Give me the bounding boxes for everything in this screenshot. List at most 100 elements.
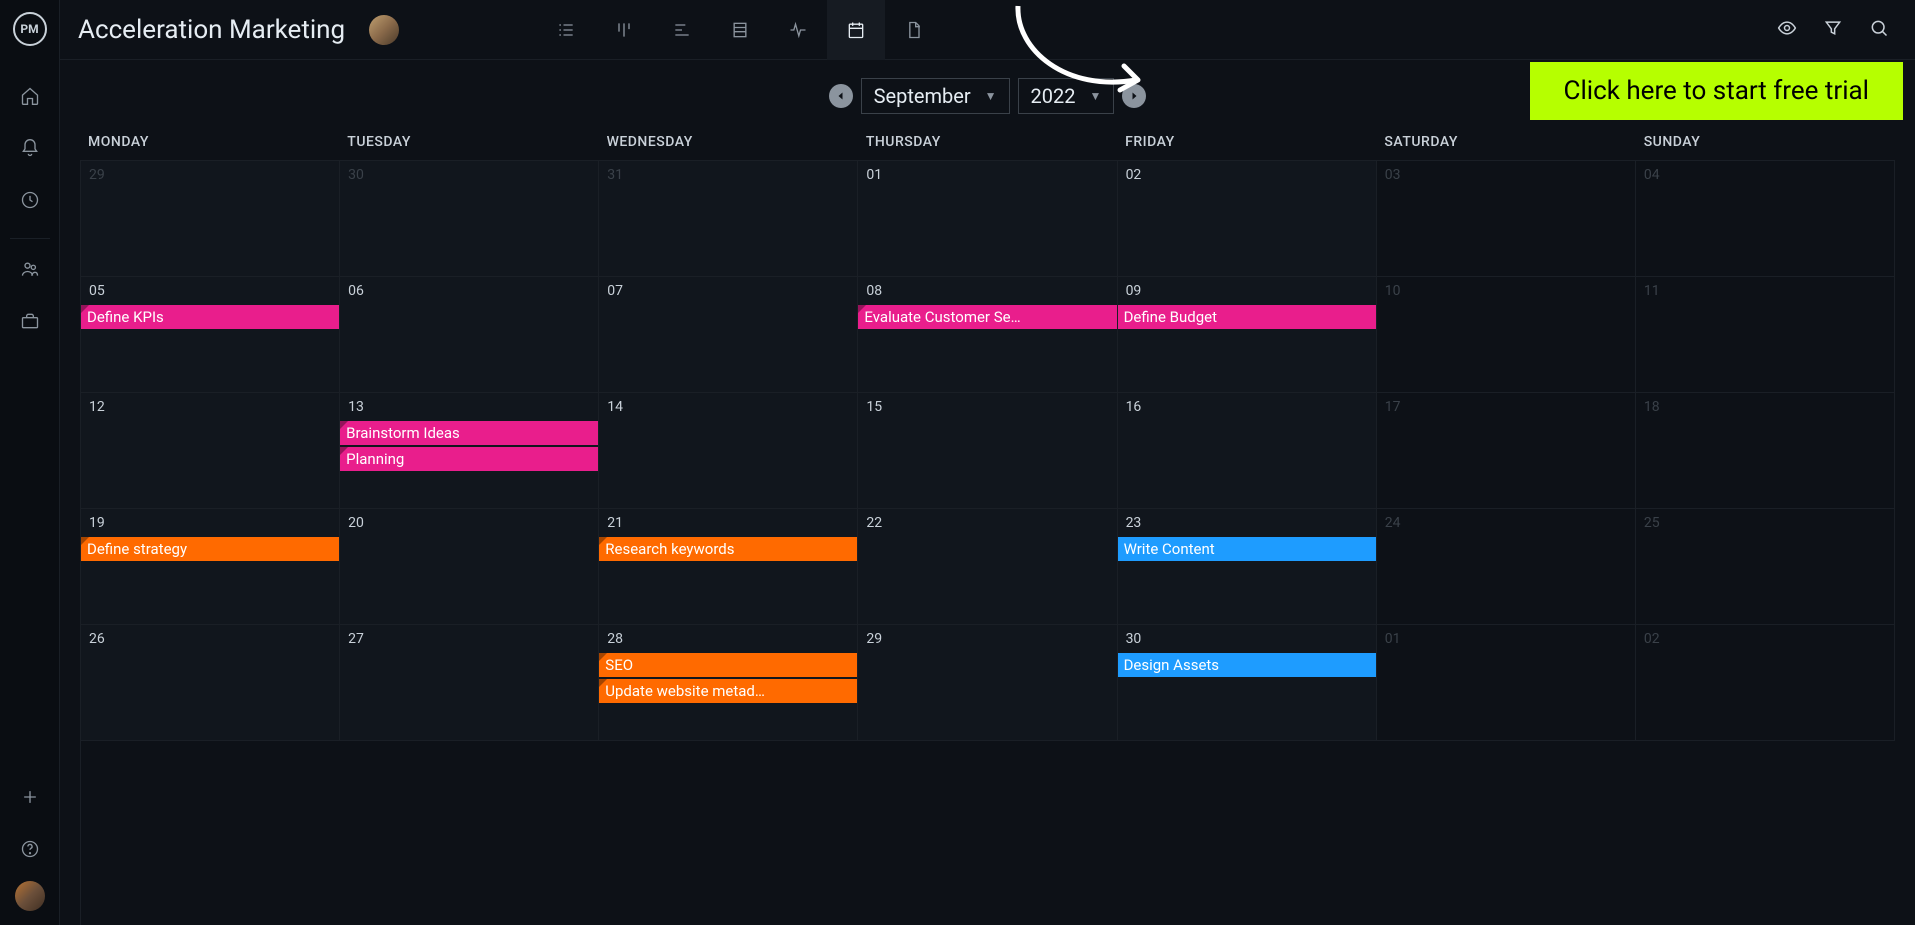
calendar-cell[interactable]: 29 bbox=[858, 625, 1117, 741]
day-number: 25 bbox=[1644, 515, 1660, 531]
next-month-button[interactable] bbox=[1122, 84, 1146, 108]
plus-icon[interactable] bbox=[10, 777, 50, 817]
calendar-event[interactable]: Define KPIs bbox=[81, 305, 339, 329]
project-title: Acceleration Marketing bbox=[78, 15, 345, 45]
day-number: 22 bbox=[866, 515, 882, 531]
day-number: 13 bbox=[348, 399, 364, 415]
calendar-cell[interactable]: 24 bbox=[1377, 509, 1636, 625]
project-member-avatar[interactable] bbox=[369, 15, 399, 45]
sidebar: PM bbox=[0, 0, 60, 925]
calendar-cell[interactable]: 14 bbox=[599, 393, 858, 509]
calendar-cell[interactable]: 03 bbox=[1377, 161, 1636, 277]
gantt-view-tab[interactable] bbox=[653, 0, 711, 60]
day-number: 29 bbox=[866, 631, 882, 647]
calendar-event[interactable]: Evaluate Customer Se… bbox=[858, 305, 1116, 329]
bell-icon[interactable] bbox=[10, 128, 50, 168]
calendar-event[interactable]: Brainstorm Ideas bbox=[340, 421, 598, 445]
day-number: 27 bbox=[348, 631, 364, 647]
calendar-event[interactable]: Define Budget bbox=[1118, 305, 1376, 329]
day-number: 26 bbox=[89, 631, 105, 647]
calendar-cell[interactable]: 23Write Content bbox=[1118, 509, 1377, 625]
files-view-tab[interactable] bbox=[885, 0, 943, 60]
user-avatar[interactable] bbox=[15, 881, 45, 911]
calendar-cell[interactable]: 20 bbox=[340, 509, 599, 625]
sheet-view-tab[interactable] bbox=[711, 0, 769, 60]
month-label: September bbox=[874, 84, 971, 108]
day-number: 19 bbox=[89, 515, 105, 531]
calendar-cell[interactable]: 19 Define strategy bbox=[81, 509, 340, 625]
calendar-cell[interactable]: 15 bbox=[858, 393, 1117, 509]
calendar-event[interactable]: Design Assets bbox=[1118, 653, 1376, 677]
home-icon[interactable] bbox=[10, 76, 50, 116]
calendar-cell[interactable]: 28 SEOUpdate website metad… bbox=[599, 625, 858, 741]
free-trial-cta[interactable]: Click here to start free trial bbox=[1530, 62, 1903, 120]
weekday-label: WEDNESDAY bbox=[599, 130, 858, 160]
calendar-event[interactable]: Define strategy bbox=[81, 537, 339, 561]
calendar-cell[interactable]: 09 Define Budget bbox=[1118, 277, 1377, 393]
day-number: 05 bbox=[89, 283, 105, 299]
day-number: 07 bbox=[607, 283, 623, 299]
day-number: 17 bbox=[1385, 399, 1401, 415]
app-logo[interactable]: PM bbox=[13, 12, 47, 46]
list-view-tab[interactable] bbox=[537, 0, 595, 60]
day-number: 20 bbox=[348, 515, 364, 531]
day-number: 28 bbox=[607, 631, 623, 647]
calendar-cell[interactable]: 01 bbox=[858, 161, 1117, 277]
day-number: 02 bbox=[1644, 631, 1660, 647]
calendar-cell[interactable]: 02 bbox=[1636, 625, 1895, 741]
weekday-label: FRIDAY bbox=[1117, 130, 1376, 160]
search-icon[interactable] bbox=[1869, 18, 1889, 42]
day-number: 24 bbox=[1385, 515, 1401, 531]
topbar: Acceleration Marketing bbox=[60, 0, 1915, 60]
calendar-cell[interactable]: 18 bbox=[1636, 393, 1895, 509]
calendar-cell[interactable]: 08Evaluate Customer Se… bbox=[858, 277, 1117, 393]
calendar-cell[interactable]: 04 bbox=[1636, 161, 1895, 277]
calendar-event[interactable]: Update website metad… bbox=[599, 679, 857, 703]
day-number: 09 bbox=[1126, 283, 1142, 299]
calendar-cell[interactable]: 05 Define KPIs bbox=[81, 277, 340, 393]
calendar-cell[interactable]: 27 bbox=[340, 625, 599, 741]
team-icon[interactable] bbox=[10, 249, 50, 289]
chevron-down-icon: ▼ bbox=[1089, 89, 1101, 103]
clock-icon[interactable] bbox=[10, 180, 50, 220]
day-number: 10 bbox=[1385, 283, 1401, 299]
day-number: 06 bbox=[348, 283, 364, 299]
month-selector[interactable]: September ▼ bbox=[861, 78, 1010, 114]
calendar-cell[interactable]: 25 bbox=[1636, 509, 1895, 625]
calendar-cell[interactable]: 26 bbox=[81, 625, 340, 741]
calendar-cell[interactable]: 07 bbox=[599, 277, 858, 393]
day-number: 03 bbox=[1385, 167, 1401, 183]
calendar-cell[interactable]: 02 bbox=[1118, 161, 1377, 277]
board-view-tab[interactable] bbox=[595, 0, 653, 60]
day-number: 31 bbox=[607, 167, 623, 183]
calendar-cell[interactable]: 16 bbox=[1118, 393, 1377, 509]
day-number: 02 bbox=[1126, 167, 1142, 183]
day-number: 18 bbox=[1644, 399, 1660, 415]
calendar-cell[interactable]: 17 bbox=[1377, 393, 1636, 509]
calendar-cell[interactable]: 10 bbox=[1377, 277, 1636, 393]
year-selector[interactable]: 2022 ▼ bbox=[1018, 78, 1115, 114]
calendar-cell[interactable]: 30Design Assets bbox=[1118, 625, 1377, 741]
calendar-event[interactable]: Research keywords bbox=[599, 537, 857, 561]
prev-month-button[interactable] bbox=[829, 84, 853, 108]
filter-icon[interactable] bbox=[1823, 18, 1843, 42]
briefcase-icon[interactable] bbox=[10, 301, 50, 341]
calendar-cell[interactable]: 29 bbox=[81, 161, 340, 277]
calendar-cell[interactable]: 06 bbox=[340, 277, 599, 393]
calendar-cell[interactable]: 31 bbox=[599, 161, 858, 277]
calendar-view-tab[interactable] bbox=[827, 0, 885, 60]
calendar-event[interactable]: SEO bbox=[599, 653, 857, 677]
day-number: 21 bbox=[607, 515, 623, 531]
calendar-event[interactable]: Write Content bbox=[1118, 537, 1376, 561]
calendar-event[interactable]: Planning bbox=[340, 447, 598, 471]
calendar-cell[interactable]: 12 bbox=[81, 393, 340, 509]
calendar-cell[interactable]: 01 bbox=[1377, 625, 1636, 741]
calendar-cell[interactable]: 30 bbox=[340, 161, 599, 277]
calendar-cell[interactable]: 13 Brainstorm IdeasPlanning bbox=[340, 393, 599, 509]
help-icon[interactable] bbox=[10, 829, 50, 869]
activity-view-tab[interactable] bbox=[769, 0, 827, 60]
calendar-cell[interactable]: 22 bbox=[858, 509, 1117, 625]
calendar-cell[interactable]: 11 bbox=[1636, 277, 1895, 393]
visibility-icon[interactable] bbox=[1777, 18, 1797, 42]
calendar-cell[interactable]: 21 Research keywords bbox=[599, 509, 858, 625]
